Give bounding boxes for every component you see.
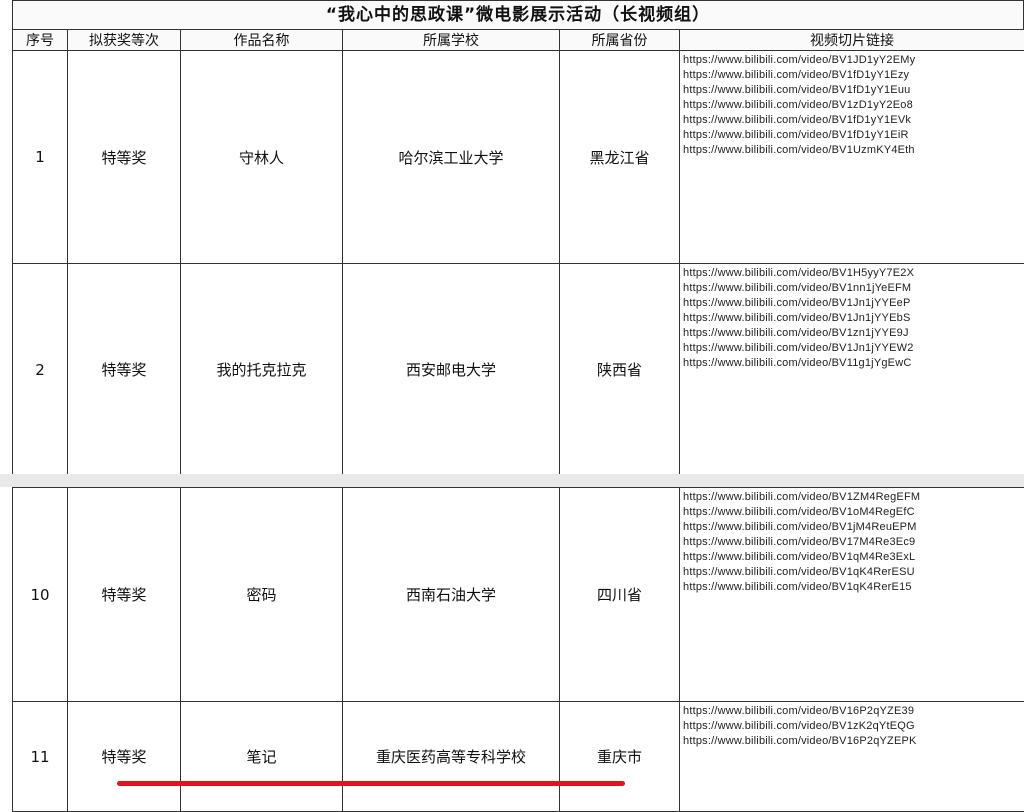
video-link[interactable]: https://www.bilibili.com/video/BV1JD1yY2… (683, 53, 1024, 68)
table-title: “我心中的思政课”微电影展示活动（长视频组） (12, 0, 1024, 29)
cell-no: 11 (13, 702, 68, 812)
cell-no: 1 (13, 51, 68, 264)
cell-no: 2 (13, 264, 68, 476)
video-link[interactable]: https://www.bilibili.com/video/BV1ZM4Reg… (683, 490, 1024, 505)
cell-school: 西南石油大学 (343, 488, 560, 702)
video-link[interactable]: https://www.bilibili.com/video/BV1fD1yY1… (683, 68, 1024, 83)
header-award: 拟获奖等次 (68, 30, 181, 51)
cell-province: 黑龙江省 (560, 51, 680, 264)
header-links: 视频切片链接 (680, 30, 1024, 51)
cell-links: https://www.bilibili.com/video/BV1JD1yY2… (680, 51, 1024, 264)
cell-province: 重庆市 (560, 702, 680, 812)
cell-work: 笔记 (181, 702, 343, 812)
cell-work: 守林人 (181, 51, 343, 264)
video-link[interactable]: https://www.bilibili.com/video/BV1zK2qYt… (683, 719, 1024, 734)
video-link[interactable]: https://www.bilibili.com/video/BV1jM4Reu… (683, 520, 1024, 535)
cell-province: 四川省 (560, 488, 680, 702)
video-link[interactable]: https://www.bilibili.com/video/BV1Jn1jYY… (683, 341, 1024, 356)
cell-award: 特等奖 (68, 51, 181, 264)
table-row: 1特等奖守林人哈尔滨工业大学黑龙江省https://www.bilibili.c… (13, 51, 1024, 264)
page-gap (0, 474, 1024, 487)
table-row: 10特等奖密码西南石油大学四川省https://www.bilibili.com… (13, 488, 1024, 702)
header-row: 序号 拟获奖等次 作品名称 所属学校 所属省份 视频切片链接 (13, 30, 1024, 51)
header-province: 所属省份 (560, 30, 680, 51)
cell-work: 我的托克拉克 (181, 264, 343, 476)
cell-links: https://www.bilibili.com/video/BV1ZM4Reg… (680, 488, 1024, 702)
video-link[interactable]: https://www.bilibili.com/video/BV16P2qYZ… (683, 704, 1024, 719)
video-link[interactable]: https://www.bilibili.com/video/BV1oM4Reg… (683, 505, 1024, 520)
table-row: 2特等奖我的托克拉克西安邮电大学陕西省https://www.bilibili.… (13, 264, 1024, 476)
video-link[interactable]: https://www.bilibili.com/video/BV17M4Re3… (683, 535, 1024, 550)
video-link[interactable]: https://www.bilibili.com/video/BV1fD1yY1… (683, 113, 1024, 128)
video-link[interactable]: https://www.bilibili.com/video/BV1qM4Re3… (683, 550, 1024, 565)
red-underline-mark (117, 781, 625, 786)
video-link[interactable]: https://www.bilibili.com/video/BV1qK4Rer… (683, 565, 1024, 580)
cell-no: 10 (13, 488, 68, 702)
video-link[interactable]: https://www.bilibili.com/video/BV1fD1yY1… (683, 128, 1024, 143)
cell-school: 重庆医药高等专科学校 (343, 702, 560, 812)
video-link[interactable]: https://www.bilibili.com/video/BV1Jn1jYY… (683, 296, 1024, 311)
header-school: 所属学校 (343, 30, 560, 51)
header-no: 序号 (13, 30, 68, 51)
header-work: 作品名称 (181, 30, 343, 51)
cell-award: 特等奖 (68, 488, 181, 702)
video-link[interactable]: https://www.bilibili.com/video/BV1UzmKY4… (683, 143, 1024, 158)
cell-award: 特等奖 (68, 702, 181, 812)
video-link[interactable]: https://www.bilibili.com/video/BV1Jn1jYY… (683, 311, 1024, 326)
video-link[interactable]: https://www.bilibili.com/video/BV1nn1jYe… (683, 281, 1024, 296)
award-table-top: 序号 拟获奖等次 作品名称 所属学校 所属省份 视频切片链接 1特等奖守林人哈尔… (12, 29, 1024, 476)
video-link[interactable]: https://www.bilibili.com/video/BV1fD1yY1… (683, 83, 1024, 98)
cell-province: 陕西省 (560, 264, 680, 476)
cell-award: 特等奖 (68, 264, 181, 476)
cell-school: 哈尔滨工业大学 (343, 51, 560, 264)
video-link[interactable]: https://www.bilibili.com/video/BV11g1jYg… (683, 356, 1024, 371)
cell-links: https://www.bilibili.com/video/BV16P2qYZ… (680, 702, 1024, 812)
cell-links: https://www.bilibili.com/video/BV1H5yyY7… (680, 264, 1024, 476)
video-link[interactable]: https://www.bilibili.com/video/BV1zD1yY2… (683, 98, 1024, 113)
video-link[interactable]: https://www.bilibili.com/video/BV1H5yyY7… (683, 266, 1024, 281)
cell-work: 密码 (181, 488, 343, 702)
award-table-section: “我心中的思政课”微电影展示活动（长视频组） 序号 拟获奖等次 作品名称 所属学… (12, 0, 1024, 476)
video-link[interactable]: https://www.bilibili.com/video/BV1qK4Rer… (683, 580, 1024, 595)
award-table-bottom: 10特等奖密码西南石油大学四川省https://www.bilibili.com… (12, 487, 1024, 812)
table-row: 11特等奖笔记重庆医药高等专科学校重庆市https://www.bilibili… (13, 702, 1024, 812)
award-table-bottom-section: 10特等奖密码西南石油大学四川省https://www.bilibili.com… (12, 487, 1024, 812)
cell-school: 西安邮电大学 (343, 264, 560, 476)
video-link[interactable]: https://www.bilibili.com/video/BV16P2qYZ… (683, 734, 1024, 749)
video-link[interactable]: https://www.bilibili.com/video/BV1zn1jYY… (683, 326, 1024, 341)
